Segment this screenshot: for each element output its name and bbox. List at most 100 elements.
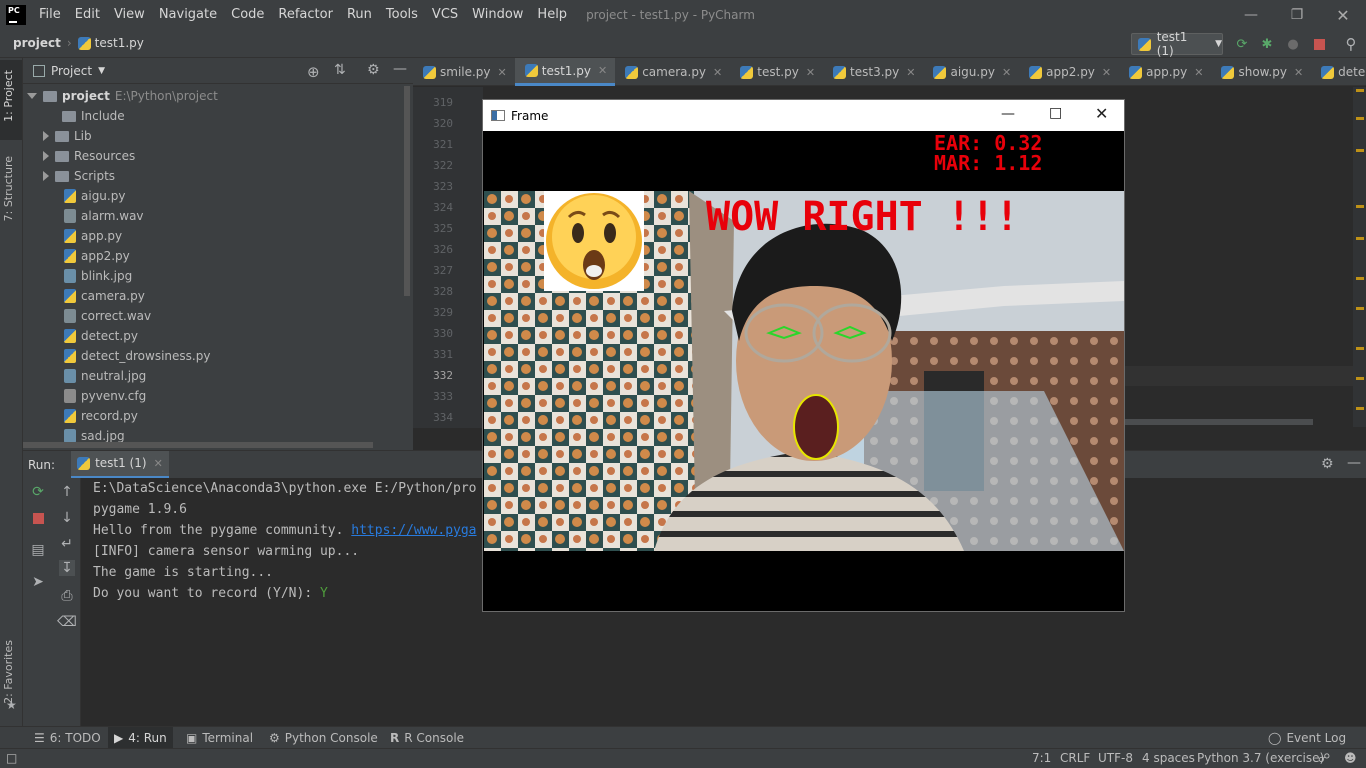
python-interpreter[interactable]: Python 3.7 (exercise) bbox=[1197, 751, 1324, 765]
tab-camera[interactable]: camera.py ✕ bbox=[615, 58, 730, 86]
run-tool-tab[interactable]: ▶ 4: Run bbox=[108, 727, 173, 749]
tree-file[interactable]: correct.wav bbox=[64, 306, 151, 326]
restore-button[interactable]: ❐ bbox=[1274, 0, 1320, 30]
event-log-tab[interactable]: ◯ Event Log bbox=[1262, 727, 1352, 749]
close-icon[interactable]: ✕ bbox=[1294, 66, 1303, 79]
close-icon[interactable]: ✕ bbox=[1194, 66, 1203, 79]
menu-vcs[interactable]: VCS bbox=[425, 0, 465, 30]
run-config-select[interactable]: test1 (1) ▼ bbox=[1131, 30, 1223, 58]
close-button[interactable]: ✕ bbox=[1095, 104, 1108, 123]
tree-folder[interactable]: Lib bbox=[43, 126, 92, 146]
lock-icon[interactable]: ☍ bbox=[1318, 751, 1330, 765]
expand-arrow-icon[interactable] bbox=[27, 93, 37, 99]
rerun-icon[interactable]: ⟳ bbox=[1234, 36, 1250, 52]
close-icon[interactable]: ✕ bbox=[806, 66, 815, 79]
notification-icon[interactable]: ☻ bbox=[1344, 751, 1357, 765]
expand-arrow-icon[interactable] bbox=[43, 131, 49, 141]
menu-refactor[interactable]: Refactor bbox=[271, 0, 340, 30]
stop-icon[interactable] bbox=[1311, 36, 1327, 52]
layout-icon[interactable]: ▤ bbox=[30, 542, 46, 558]
caret-position[interactable]: 7:1 bbox=[1032, 751, 1051, 765]
locate-icon[interactable]: ⊕ bbox=[307, 63, 320, 81]
pin-icon[interactable]: ➤ bbox=[30, 574, 46, 590]
close-icon[interactable]: ✕ bbox=[906, 66, 915, 79]
run-tab[interactable]: test1 (1) ✕ bbox=[71, 450, 169, 479]
tab-aigu[interactable]: aigu.py ✕ bbox=[923, 58, 1019, 86]
project-tool-tab[interactable]: 1: Project bbox=[2, 70, 15, 122]
tree-root[interactable]: project E:\Python\project bbox=[27, 86, 218, 106]
menu-view[interactable]: View bbox=[107, 0, 152, 30]
collapse-all-icon[interactable]: ⇅ bbox=[334, 62, 346, 78]
hide-panel-icon[interactable]: — bbox=[393, 61, 407, 77]
tree-file[interactable]: app.py bbox=[64, 226, 122, 246]
tree-file[interactable]: alarm.wav bbox=[64, 206, 144, 226]
arrow-up-icon[interactable]: ↑ bbox=[59, 484, 75, 500]
tab-test[interactable]: test.py ✕ bbox=[730, 58, 823, 86]
menu-navigate[interactable]: Navigate bbox=[152, 0, 224, 30]
maximize-button[interactable]: □ bbox=[1049, 105, 1062, 121]
tab-app2[interactable]: app2.py ✕ bbox=[1019, 58, 1119, 86]
tree-file[interactable]: record.py bbox=[64, 406, 138, 426]
tree-file[interactable]: pyvenv.cfg bbox=[64, 386, 146, 406]
structure-tool-tab[interactable]: 7: Structure bbox=[2, 156, 15, 221]
file-encoding[interactable]: UTF-8 bbox=[1098, 751, 1133, 765]
breadcrumb-file[interactable]: test1.py bbox=[95, 36, 144, 50]
menu-file[interactable]: File bbox=[32, 0, 68, 30]
menu-window[interactable]: Window bbox=[465, 0, 530, 30]
indent-setting[interactable]: 4 spaces bbox=[1142, 751, 1195, 765]
vertical-scrollbar[interactable] bbox=[404, 86, 410, 296]
chevron-down-icon[interactable]: ▼ bbox=[98, 66, 105, 76]
tab-detect[interactable]: detect.py bbox=[1311, 58, 1366, 86]
tree-file[interactable]: detect_drowsiness.py bbox=[64, 346, 210, 366]
tab-test1[interactable]: test1.py ✕ bbox=[514, 58, 616, 86]
minimize-button[interactable]: — bbox=[1001, 106, 1015, 122]
close-icon[interactable]: ✕ bbox=[498, 66, 507, 79]
tree-file[interactable]: camera.py bbox=[64, 286, 145, 306]
menu-tools[interactable]: Tools bbox=[379, 0, 425, 30]
r-console-tab[interactable]: R R Console bbox=[384, 727, 470, 749]
status-toggle-icon[interactable]: □ bbox=[6, 751, 17, 765]
tree-file[interactable]: blink.jpg bbox=[64, 266, 132, 286]
console-input[interactable]: Y bbox=[320, 586, 328, 601]
tree-folder[interactable]: Include bbox=[62, 106, 125, 126]
soft-wrap-icon[interactable]: ↵ bbox=[59, 536, 75, 552]
tab-test3[interactable]: test3.py ✕ bbox=[823, 58, 923, 86]
project-panel-title[interactable]: Project bbox=[51, 64, 92, 78]
tree-folder[interactable]: Scripts bbox=[43, 166, 115, 186]
close-icon[interactable]: ✕ bbox=[1102, 66, 1111, 79]
expand-arrow-icon[interactable] bbox=[43, 171, 49, 181]
tree-file[interactable]: neutral.jpg bbox=[64, 366, 146, 386]
horizontal-scrollbar[interactable] bbox=[23, 442, 373, 448]
print-icon[interactable]: ⎙ bbox=[59, 588, 75, 604]
minimize-button[interactable]: — bbox=[1228, 0, 1274, 30]
tree-file[interactable]: detect.py bbox=[64, 326, 138, 346]
frame-window[interactable]: Frame — □ ✕ EAR: 0.32 MAR: 1.12 WOW RIGH… bbox=[482, 99, 1125, 612]
tree-folder[interactable]: Resources bbox=[43, 146, 135, 166]
tree-file[interactable]: aigu.py bbox=[64, 186, 125, 206]
gear-icon[interactable]: ⚙ bbox=[367, 62, 380, 78]
tab-show[interactable]: show.py ✕ bbox=[1211, 58, 1311, 86]
coverage-icon[interactable]: ● bbox=[1285, 36, 1301, 52]
trash-icon[interactable]: ⌫ bbox=[57, 614, 77, 630]
terminal-tab[interactable]: ▣ Terminal bbox=[180, 727, 259, 749]
menu-edit[interactable]: Edit bbox=[68, 0, 107, 30]
console-link[interactable]: https://www.pyga bbox=[351, 523, 476, 538]
arrow-down-icon[interactable]: ↓ bbox=[59, 510, 75, 526]
rerun-icon[interactable]: ⟳ bbox=[30, 484, 46, 500]
search-icon[interactable]: ⚲ bbox=[1343, 35, 1359, 53]
breadcrumb-project[interactable]: project bbox=[13, 36, 61, 50]
scroll-to-end-icon[interactable]: ↧ bbox=[59, 560, 75, 576]
close-icon[interactable]: ✕ bbox=[154, 457, 163, 470]
frame-title-bar[interactable]: Frame — □ ✕ bbox=[483, 100, 1124, 131]
line-separator[interactable]: CRLF bbox=[1060, 751, 1090, 765]
python-console-tab[interactable]: ⚙ Python Console bbox=[263, 727, 384, 749]
hide-panel-icon[interactable]: — bbox=[1347, 455, 1361, 471]
menu-help[interactable]: Help bbox=[530, 0, 574, 30]
close-button[interactable]: ✕ bbox=[1320, 0, 1366, 30]
close-icon[interactable]: ✕ bbox=[1002, 66, 1011, 79]
menu-run[interactable]: Run bbox=[340, 0, 379, 30]
expand-arrow-icon[interactable] bbox=[43, 151, 49, 161]
tab-smile[interactable]: smile.py ✕ bbox=[413, 58, 515, 86]
todo-tab[interactable]: ☰ 6: TODO bbox=[28, 727, 107, 749]
favorites-tool-tab[interactable]: 2: Favorites bbox=[2, 640, 15, 704]
